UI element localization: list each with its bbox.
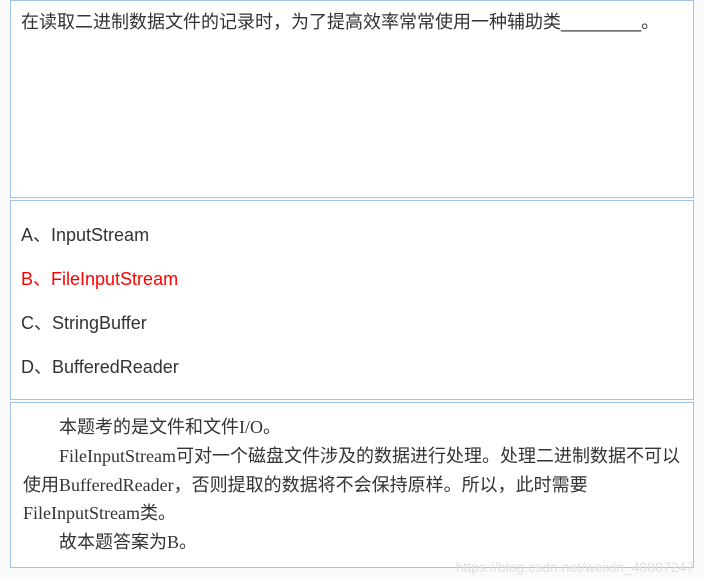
option-b-label: B、 xyxy=(21,269,51,289)
explanation-section: 本题考的是文件和文件I/O。 FileInputStream可对一个磁盘文件涉及… xyxy=(10,402,694,568)
options-section: A、InputStream B、FileInputStream C、String… xyxy=(10,200,694,400)
question-section: 在读取二进制数据文件的记录时，为了提高效率常常使用一种辅助类________。 xyxy=(10,0,694,198)
question-text: 在读取二进制数据文件的记录时，为了提高效率常常使用一种辅助类________。 xyxy=(21,12,659,32)
option-c-text: StringBuffer xyxy=(52,313,147,333)
option-b-text: FileInputStream xyxy=(51,269,178,289)
option-d-text: BufferedReader xyxy=(52,357,179,377)
option-a-text: InputStream xyxy=(51,225,149,245)
option-b[interactable]: B、FileInputStream xyxy=(21,265,683,291)
explanation-line-2: FileInputStream可对一个磁盘文件涉及的数据进行处理。处理二进制数据… xyxy=(23,442,681,528)
explanation-line-3: 故本题答案为B。 xyxy=(23,528,681,557)
explanation-line-1: 本题考的是文件和文件I/O。 xyxy=(23,413,681,442)
option-d[interactable]: D、BufferedReader xyxy=(21,353,683,379)
option-d-label: D、 xyxy=(21,357,52,377)
option-c-label: C、 xyxy=(21,313,52,333)
option-a-label: A、 xyxy=(21,225,51,245)
option-c[interactable]: C、StringBuffer xyxy=(21,309,683,335)
option-a[interactable]: A、InputStream xyxy=(21,221,683,247)
